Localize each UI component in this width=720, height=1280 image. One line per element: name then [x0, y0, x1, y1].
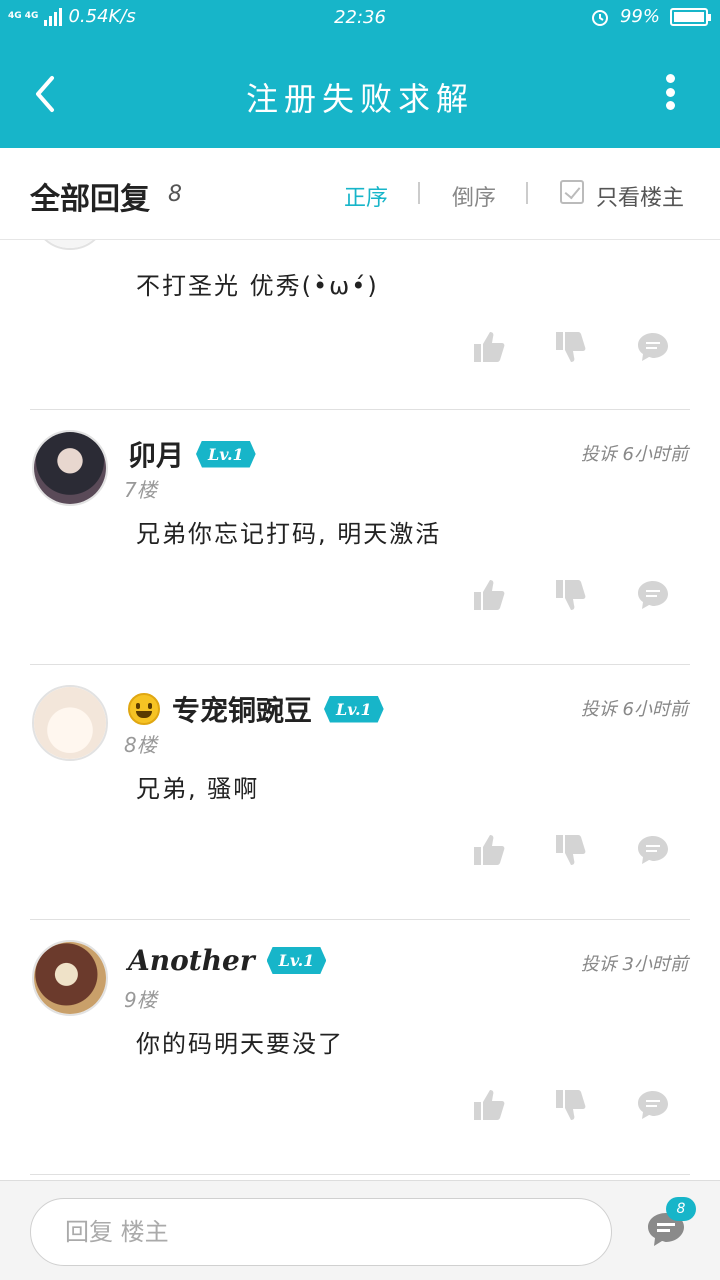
avatar[interactable] [32, 430, 108, 506]
thumbs-down-icon[interactable] [554, 833, 588, 867]
battery-icon [670, 7, 711, 26]
timestamp: 6小时前 [622, 699, 688, 720]
thumbs-down-icon[interactable] [554, 1088, 588, 1122]
divider [418, 182, 420, 204]
username[interactable]: 专宠铜豌豆 [172, 689, 312, 729]
only-author-label[interactable]: 只看楼主 [596, 180, 684, 212]
floor-number: 8楼 [124, 733, 157, 757]
timestamp: 3小时前 [622, 954, 688, 975]
reply-bar: 回复 楼主 8 [0, 1180, 720, 1280]
comment-icon[interactable] [636, 330, 670, 364]
page-title: 注册失败求解 [245, 80, 474, 118]
divider [30, 1174, 690, 1175]
sort-descending-tab[interactable]: 倒序 [452, 180, 496, 212]
timestamp: 6小时前 [622, 444, 688, 465]
reply-content: 不打圣光 优秀(•̀ω•́) [136, 272, 379, 300]
avatar[interactable] [32, 685, 108, 761]
reply-item: Another Lv.1 投诉 3小时前 9楼 你的码明天要没了 [0, 920, 720, 1175]
thumbs-down-icon[interactable] [554, 330, 588, 364]
comment-icon[interactable] [636, 833, 670, 867]
comment-icon[interactable] [636, 1088, 670, 1122]
only-author-checkbox[interactable] [560, 180, 584, 204]
level-badge: Lv.1 [324, 695, 384, 723]
avatar[interactable] [32, 940, 108, 1016]
title-bar: 注册失败求解 [0, 36, 720, 148]
level-badge: Lv.1 [266, 947, 327, 974]
comment-icon[interactable] [636, 578, 670, 612]
avatar[interactable] [32, 240, 108, 250]
reply-content: 兄弟, 骚啊 [136, 775, 260, 803]
sort-ascending-tab[interactable]: 正序 [344, 180, 388, 212]
floor-number: 9楼 [124, 988, 157, 1012]
reply-item: 卯月 Lv.1 投诉 6小时前 7楼 兄弟你忘记打码, 明天激活 [0, 410, 720, 665]
replies-header: 全部回复 8 正序 倒序 只看楼主 [0, 148, 720, 240]
reply-content: 你的码明天要没了 [136, 1030, 344, 1058]
thumbs-up-icon[interactable] [472, 330, 506, 364]
reply-item: 专宠铜豌豆 Lv.1 投诉 6小时前 8楼 兄弟, 骚啊 [0, 665, 720, 920]
status-bar: 4G 4G 0.54K/s 22:36 99% [0, 0, 720, 36]
reply-input[interactable]: 回复 楼主 [30, 1198, 612, 1266]
username[interactable]: 卯月 [128, 434, 184, 474]
reply-item: 不打圣光 优秀(•̀ω•́) [0, 240, 720, 410]
comment-count-badge: 8 [666, 1197, 696, 1221]
divider [526, 182, 528, 204]
report-link[interactable]: 投诉 [581, 444, 617, 465]
level-badge: Lv.1 [196, 440, 256, 468]
report-link[interactable]: 投诉 [581, 954, 617, 975]
thumbs-up-icon[interactable] [472, 578, 506, 612]
reply-list[interactable]: 不打圣光 优秀(•̀ω•́) 卯月 Lv.1 投诉 6小时前 7楼 兄弟你忘记打… [0, 240, 720, 1180]
reply-count: 8 [168, 182, 182, 207]
smile-emoji-icon [128, 693, 160, 725]
battery-percent: 99% [619, 6, 660, 27]
more-options-icon[interactable] [664, 74, 676, 110]
alarm-icon [591, 9, 608, 26]
username[interactable]: Another [128, 944, 255, 977]
report-link[interactable]: 投诉 [581, 699, 617, 720]
all-replies-label: 全部回复 [30, 182, 150, 217]
thumbs-up-icon[interactable] [472, 1088, 506, 1122]
thumbs-down-icon[interactable] [554, 578, 588, 612]
reply-content: 兄弟你忘记打码, 明天激活 [136, 520, 442, 548]
floor-number: 7楼 [124, 478, 157, 502]
thumbs-up-icon[interactable] [472, 833, 506, 867]
